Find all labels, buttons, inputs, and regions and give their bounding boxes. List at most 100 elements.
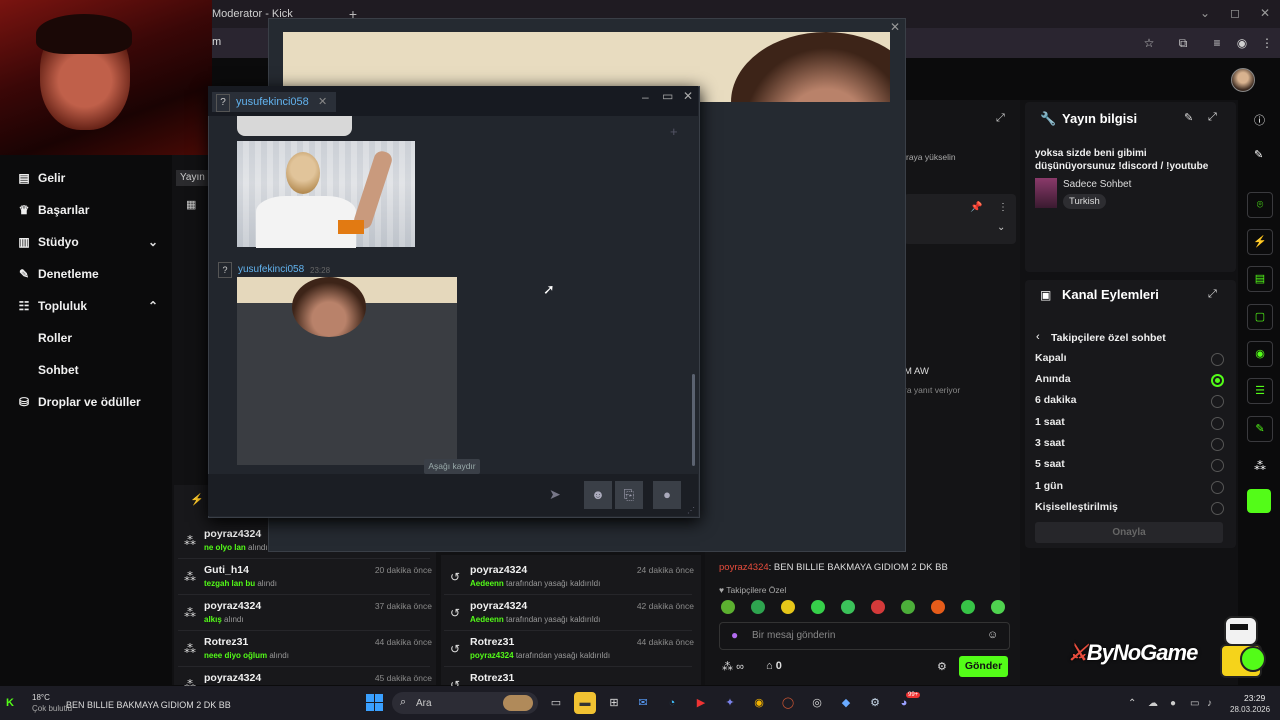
emoji-icon[interactable]: ☺ (987, 629, 998, 641)
option-label[interactable]: 6 dakika (1035, 394, 1076, 406)
app-icon[interactable]: ◆ (835, 692, 857, 714)
edge-icon[interactable]: ◔ (661, 692, 683, 714)
radio-button[interactable] (1211, 502, 1224, 515)
emote-icon[interactable] (721, 600, 735, 614)
file-explorer-icon[interactable]: ▬ (574, 692, 596, 714)
mail-icon[interactable]: ✉ (632, 692, 654, 714)
option-label[interactable]: Anında (1035, 373, 1071, 385)
lightning-icon[interactable]: ⚡ (1247, 229, 1273, 255)
windows-start-icon[interactable] (366, 694, 384, 712)
emote-icon[interactable] (901, 600, 915, 614)
close-icon[interactable]: ✕ (890, 20, 900, 34)
chat-message-input[interactable] (212, 480, 542, 510)
teams-icon[interactable]: ✦ (719, 692, 741, 714)
option-label[interactable]: 1 gün (1035, 480, 1063, 492)
emote-icon[interactable] (751, 600, 765, 614)
clock-time[interactable]: 23:29 (1244, 693, 1265, 703)
clip-icon[interactable]: ⌾ (1247, 192, 1273, 218)
minimize-icon[interactable]: – (642, 90, 649, 104)
close-icon[interactable]: ✕ (318, 95, 327, 108)
expand-icon[interactable]: ⤢ (1208, 111, 1217, 124)
sidebar-item-basarilar[interactable]: ♛ Başarılar (16, 198, 166, 222)
emote-icon[interactable] (871, 600, 885, 614)
pin-icon[interactable]: 📌 (970, 202, 982, 213)
emoji-icon[interactable]: ☻ (584, 481, 612, 509)
mic-icon[interactable]: ● (1170, 698, 1176, 709)
resize-grip-icon[interactable]: ⋰ (687, 506, 695, 515)
event-username[interactable]: poyraz4324 (470, 600, 527, 612)
url-text[interactable]: m (212, 36, 221, 48)
store-icon[interactable]: ⌂ 0 (766, 660, 782, 672)
sidebar-item-roller[interactable]: Roller (38, 326, 72, 350)
document-icon[interactable]: ▤ (1247, 266, 1273, 292)
green-app-icon[interactable] (1247, 489, 1271, 513)
event-username[interactable]: Rotrez31 (470, 672, 514, 684)
task-view-icon[interactable]: ▭ (545, 692, 567, 714)
emote-icon[interactable] (991, 600, 1005, 614)
emote-icon[interactable] (931, 600, 945, 614)
category-name[interactable]: Sadece Sohbet (1063, 179, 1131, 190)
wrench-icon[interactable]: ✎ (1247, 416, 1273, 442)
points-icon[interactable]: ⁂ ∞ (722, 660, 744, 673)
voice-icon[interactable]: ● (653, 481, 681, 509)
display-icon[interactable]: ▭ (1190, 698, 1199, 709)
option-label[interactable]: 5 saat (1035, 458, 1065, 470)
radio-button[interactable] (1211, 374, 1224, 387)
event-username[interactable]: poyraz4324 (204, 600, 261, 612)
media-player-icon[interactable]: ▶ (690, 692, 712, 714)
expand-icon[interactable]: ⤢ (996, 112, 1005, 125)
event-username[interactable]: Rotrez31 (204, 636, 248, 648)
message-author[interactable]: yusufekinci058 (238, 264, 304, 275)
sidebar-item-studyo[interactable]: ▥ Stüdyo ⌄ (16, 230, 166, 254)
chevron-down-icon[interactable]: ⌄ (1196, 4, 1214, 22)
kick-icon[interactable]: K (6, 697, 14, 709)
menu-icon[interactable]: ⋮ (1258, 34, 1276, 52)
maximize-icon[interactable]: ▭ (662, 89, 673, 103)
radio-button[interactable] (1211, 395, 1224, 408)
grid-icon[interactable]: ▦ (186, 198, 196, 211)
event-username[interactable]: poyraz4324 (204, 672, 261, 684)
option-label[interactable]: Kapalı (1035, 352, 1067, 364)
radio-button[interactable] (1211, 459, 1224, 472)
steam-icon[interactable]: ⚙ (864, 692, 886, 714)
opera-icon[interactable]: ◯ (777, 692, 799, 714)
chrome-icon[interactable]: ◉ (748, 692, 770, 714)
emote-icon[interactable] (841, 600, 855, 614)
add-friend-icon[interactable]: + (670, 124, 678, 139)
profile-icon[interactable]: ◉ (1233, 34, 1251, 52)
event-username[interactable]: Rotrez31 (470, 636, 514, 648)
radio-button[interactable] (1211, 417, 1224, 430)
layout-icon[interactable]: ☰ (1247, 378, 1273, 404)
event-username[interactable]: poyraz4324 (204, 528, 261, 540)
sidebar-item-gelir[interactable]: ▤ Gelir (16, 166, 166, 190)
community-icon[interactable]: ⁂ (1254, 459, 1266, 473)
extensions-icon[interactable]: ⧉ (1174, 34, 1192, 52)
chevron-up-icon[interactable]: ⌃ (1128, 698, 1136, 709)
option-label[interactable]: Kişiselleştirilmiş (1035, 501, 1118, 513)
sidebar-item-topluluk[interactable]: ☷ Topluluk ⌃ (16, 294, 166, 318)
cloud-icon[interactable]: ☁ (1148, 698, 1158, 709)
weather-temp[interactable]: 18°C (32, 693, 50, 702)
gear-icon[interactable]: ⚙ (937, 660, 947, 673)
info-icon[interactable]: ⓘ (1254, 112, 1265, 128)
clock-date[interactable]: 28.03.2026 (1230, 705, 1270, 714)
volume-icon[interactable]: ♪ (1207, 698, 1212, 709)
emote-icon[interactable] (811, 600, 825, 614)
broadcast-icon[interactable]: ◉ (1247, 341, 1273, 367)
event-username[interactable]: poyraz4324 (470, 564, 527, 576)
category-thumbnail[interactable] (1035, 178, 1057, 208)
send-icon[interactable]: ➤ (549, 486, 561, 503)
star-icon[interactable]: ☆ (1140, 34, 1158, 52)
radio-button[interactable] (1211, 438, 1224, 451)
restore-window-icon[interactable]: ◻ (1226, 4, 1244, 22)
chat-icon[interactable]: ▢ (1247, 304, 1273, 330)
close-icon[interactable]: ✕ (683, 89, 693, 103)
send-button[interactable]: Gönder (959, 656, 1008, 677)
store-icon[interactable]: ⊞ (603, 692, 625, 714)
confirm-button[interactable]: Onayla (1035, 522, 1223, 543)
back-icon[interactable]: ‹ (1036, 331, 1040, 343)
chat-username[interactable]: poyraz4324 (719, 562, 769, 573)
edit-icon[interactable]: ✎ (1184, 111, 1193, 124)
playlist-icon[interactable]: ≡ (1208, 34, 1226, 52)
close-window-icon[interactable]: ✕ (1256, 4, 1274, 22)
